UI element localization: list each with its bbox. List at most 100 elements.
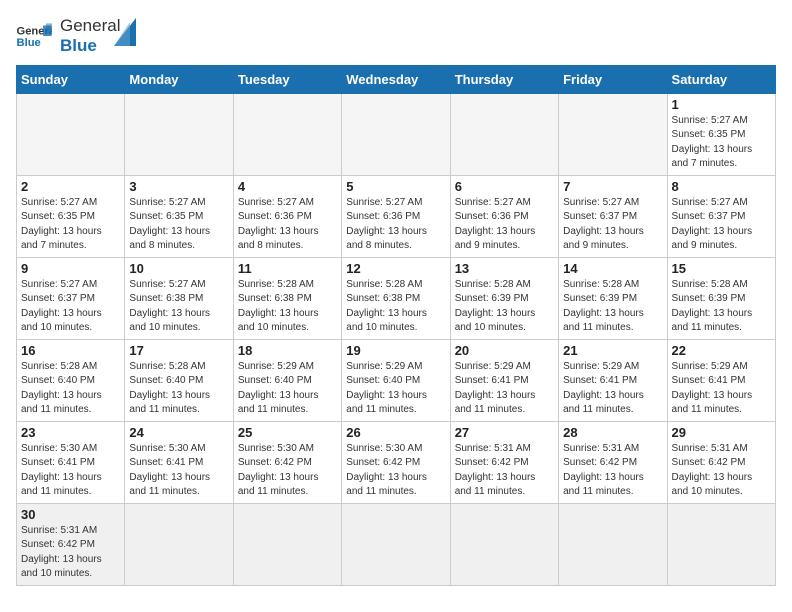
day-info: Sunrise: 5:31 AM Sunset: 6:42 PM Dayligh…: [672, 442, 771, 500]
day-info: Sunrise: 5:28 AM Sunset: 6:40 PM Dayligh…: [129, 360, 228, 418]
logo-blue: Blue: [60, 36, 120, 56]
day-info: Sunrise: 5:30 AM Sunset: 6:41 PM Dayligh…: [21, 442, 120, 500]
day-info: Sunrise: 5:31 AM Sunset: 6:42 PM Dayligh…: [563, 442, 662, 500]
calendar-row: 9 Sunrise: 5:27 AM Sunset: 6:37 PM Daylig…: [17, 257, 776, 339]
calendar-cell: 11 Sunrise: 5:28 AM Sunset: 6:38 PM Dayli…: [233, 257, 341, 339]
day-info: Sunrise: 5:29 AM Sunset: 6:41 PM Dayligh…: [455, 360, 554, 418]
calendar-cell: 20Sunrise: 5:29 AM Sunset: 6:41 PM Dayli…: [450, 339, 558, 421]
calendar-cell: 25 Sunrise: 5:30 AM Sunset: 6:42 PM Dayli…: [233, 421, 341, 503]
logo-general: General: [60, 16, 120, 36]
calendar-cell: [342, 503, 450, 585]
calendar-cell: 8Sunrise: 5:27 AM Sunset: 6:37 PM Daylig…: [667, 175, 775, 257]
calendar-cell: 28Sunrise: 5:31 AM Sunset: 6:42 PM Dayli…: [559, 421, 667, 503]
day-number: 14: [563, 261, 662, 276]
calendar-cell: 12Sunrise: 5:28 AM Sunset: 6:38 PM Dayli…: [342, 257, 450, 339]
calendar-cell: 16 Sunrise: 5:28 AM Sunset: 6:40 PM Dayli…: [17, 339, 125, 421]
day-info: Sunrise: 5:28 AM Sunset: 6:39 PM Dayligh…: [563, 278, 662, 336]
header-wednesday: Wednesday: [342, 65, 450, 93]
calendar-cell: 7Sunrise: 5:27 AM Sunset: 6:37 PM Daylig…: [559, 175, 667, 257]
calendar-cell: 29 Sunrise: 5:31 AM Sunset: 6:42 PM Dayli…: [667, 421, 775, 503]
header-tuesday: Tuesday: [233, 65, 341, 93]
day-number: 13: [455, 261, 554, 276]
calendar-cell: 13Sunrise: 5:28 AM Sunset: 6:39 PM Dayli…: [450, 257, 558, 339]
day-number: 21: [563, 343, 662, 358]
calendar-cell: 3 Sunrise: 5:27 AM Sunset: 6:35 PM Daylig…: [125, 175, 233, 257]
day-number: 26: [346, 425, 445, 440]
header-thursday: Thursday: [450, 65, 558, 93]
day-info: Sunrise: 5:27 AM Sunset: 6:35 PM Dayligh…: [129, 196, 228, 254]
day-number: 12: [346, 261, 445, 276]
day-number: 16: [21, 343, 120, 358]
calendar-cell: 19 Sunrise: 5:29 AM Sunset: 6:40 PM Dayli…: [342, 339, 450, 421]
calendar-cell: [233, 503, 341, 585]
day-info: Sunrise: 5:27 AM Sunset: 6:35 PM Dayligh…: [672, 114, 771, 172]
day-info: Sunrise: 5:27 AM Sunset: 6:37 PM Dayligh…: [672, 196, 771, 254]
calendar-cell: 5 Sunrise: 5:27 AM Sunset: 6:36 PM Daylig…: [342, 175, 450, 257]
calendar-cell: [559, 93, 667, 175]
header-saturday: Saturday: [667, 65, 775, 93]
calendar-row: 30 Sunrise: 5:31 AM Sunset: 6:42 PM Dayli…: [17, 503, 776, 585]
day-info: Sunrise: 5:27 AM Sunset: 6:38 PM Dayligh…: [129, 278, 228, 336]
calendar-cell: 2Sunrise: 5:27 AM Sunset: 6:35 PM Daylig…: [17, 175, 125, 257]
day-info: Sunrise: 5:30 AM Sunset: 6:42 PM Dayligh…: [238, 442, 337, 500]
day-number: 18: [238, 343, 337, 358]
day-info: Sunrise: 5:31 AM Sunset: 6:42 PM Dayligh…: [21, 524, 120, 582]
calendar-cell: 1 Sunrise: 5:27 AM Sunset: 6:35 PM Daylig…: [667, 93, 775, 175]
day-number: 19: [346, 343, 445, 358]
calendar-cell: [450, 503, 558, 585]
calendar-cell: [17, 93, 125, 175]
day-number: 29: [672, 425, 771, 440]
header-friday: Friday: [559, 65, 667, 93]
day-info: Sunrise: 5:27 AM Sunset: 6:36 PM Dayligh…: [238, 196, 337, 254]
header-sunday: Sunday: [17, 65, 125, 93]
calendar-cell: [667, 503, 775, 585]
day-number: 27: [455, 425, 554, 440]
calendar-cell: 23 Sunrise: 5:30 AM Sunset: 6:41 PM Dayli…: [17, 421, 125, 503]
calendar-cell: 24Sunrise: 5:30 AM Sunset: 6:41 PM Dayli…: [125, 421, 233, 503]
day-info: Sunrise: 5:28 AM Sunset: 6:40 PM Dayligh…: [21, 360, 120, 418]
day-number: 7: [563, 179, 662, 194]
logo: General Blue General Blue: [16, 16, 136, 57]
day-info: Sunrise: 5:27 AM Sunset: 6:36 PM Dayligh…: [455, 196, 554, 254]
day-info: Sunrise: 5:28 AM Sunset: 6:38 PM Dayligh…: [238, 278, 337, 336]
calendar-row: 1 Sunrise: 5:27 AM Sunset: 6:35 PM Daylig…: [17, 93, 776, 175]
calendar-cell: 10 Sunrise: 5:27 AM Sunset: 6:38 PM Dayli…: [125, 257, 233, 339]
day-number: 25: [238, 425, 337, 440]
day-info: Sunrise: 5:28 AM Sunset: 6:39 PM Dayligh…: [672, 278, 771, 336]
calendar-row: 16 Sunrise: 5:28 AM Sunset: 6:40 PM Dayli…: [17, 339, 776, 421]
day-info: Sunrise: 5:27 AM Sunset: 6:36 PM Dayligh…: [346, 196, 445, 254]
calendar-cell: 22Sunrise: 5:29 AM Sunset: 6:41 PM Dayli…: [667, 339, 775, 421]
calendar-cell: 9 Sunrise: 5:27 AM Sunset: 6:37 PM Daylig…: [17, 257, 125, 339]
day-number: 5: [346, 179, 445, 194]
day-info: Sunrise: 5:27 AM Sunset: 6:37 PM Dayligh…: [21, 278, 120, 336]
day-number: 4: [238, 179, 337, 194]
day-number: 10: [129, 261, 228, 276]
day-info: Sunrise: 5:31 AM Sunset: 6:42 PM Dayligh…: [455, 442, 554, 500]
day-number: 15: [672, 261, 771, 276]
day-number: 11: [238, 261, 337, 276]
logo-icon: General Blue: [16, 22, 52, 50]
day-number: 24: [129, 425, 228, 440]
calendar-table: Sunday Monday Tuesday Wednesday Thursday…: [16, 65, 776, 586]
weekday-header-row: Sunday Monday Tuesday Wednesday Thursday…: [17, 65, 776, 93]
calendar-cell: [559, 503, 667, 585]
day-number: 30: [21, 507, 120, 522]
calendar-cell: [125, 503, 233, 585]
day-info: Sunrise: 5:29 AM Sunset: 6:40 PM Dayligh…: [346, 360, 445, 418]
calendar-cell: 6 Sunrise: 5:27 AM Sunset: 6:36 PM Daylig…: [450, 175, 558, 257]
day-number: 9: [21, 261, 120, 276]
day-info: Sunrise: 5:29 AM Sunset: 6:41 PM Dayligh…: [672, 360, 771, 418]
day-number: 23: [21, 425, 120, 440]
day-number: 3: [129, 179, 228, 194]
day-number: 1: [672, 97, 771, 112]
day-info: Sunrise: 5:29 AM Sunset: 6:40 PM Dayligh…: [238, 360, 337, 418]
calendar-cell: 30 Sunrise: 5:31 AM Sunset: 6:42 PM Dayli…: [17, 503, 125, 585]
calendar-cell: [233, 93, 341, 175]
day-number: 6: [455, 179, 554, 194]
day-info: Sunrise: 5:30 AM Sunset: 6:42 PM Dayligh…: [346, 442, 445, 500]
calendar-cell: [342, 93, 450, 175]
calendar-cell: 4 Sunrise: 5:27 AM Sunset: 6:36 PM Daylig…: [233, 175, 341, 257]
header: General Blue General Blue: [16, 16, 776, 57]
calendar-cell: 17Sunrise: 5:28 AM Sunset: 6:40 PM Dayli…: [125, 339, 233, 421]
svg-text:Blue: Blue: [17, 37, 41, 49]
